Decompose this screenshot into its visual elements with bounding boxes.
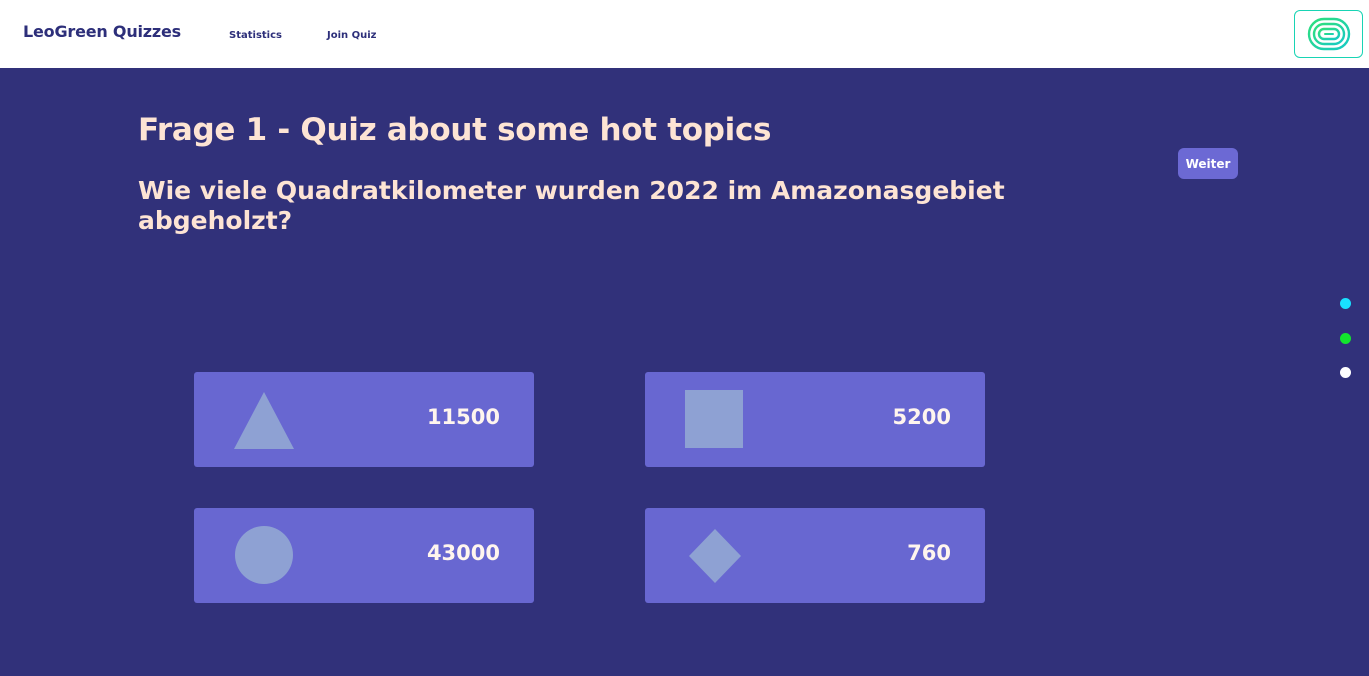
next-button[interactable]: Weiter [1178,148,1238,179]
answer-value: 43000 [426,541,500,565]
answer-value: 760 [907,541,951,565]
top-navbar: LeoGreen Quizzes Statistics Join Quiz [0,0,1369,68]
answer-value: 11500 [426,405,500,429]
brand-link[interactable]: LeoGreen Quizzes [23,22,181,41]
nav-link-join-quiz[interactable]: Join Quiz [327,30,377,41]
diamond-icon [689,529,741,583]
triangle-icon [234,392,294,449]
square-icon [685,390,743,448]
answer-option-4[interactable]: 760 [645,508,985,603]
progress-dot[interactable] [1340,367,1351,378]
logo-icon [1307,17,1350,51]
progress-dot[interactable] [1340,298,1351,309]
quiz-title: Frage 1 - Quiz about some hot topics [138,112,772,148]
answer-value: 5200 [892,405,951,429]
answer-option-2[interactable]: 5200 [645,372,985,467]
answer-option-1[interactable]: 11500 [194,372,534,467]
quiz-main: Frage 1 - Quiz about some hot topics Wie… [0,68,1369,676]
circle-icon [235,526,293,584]
logo-button[interactable] [1294,10,1363,58]
progress-dot[interactable] [1340,333,1351,344]
nav-link-statistics[interactable]: Statistics [229,30,282,41]
question-text: Wie viele Quadratkilometer wurden 2022 i… [138,176,1005,235]
answer-option-3[interactable]: 43000 [194,508,534,603]
